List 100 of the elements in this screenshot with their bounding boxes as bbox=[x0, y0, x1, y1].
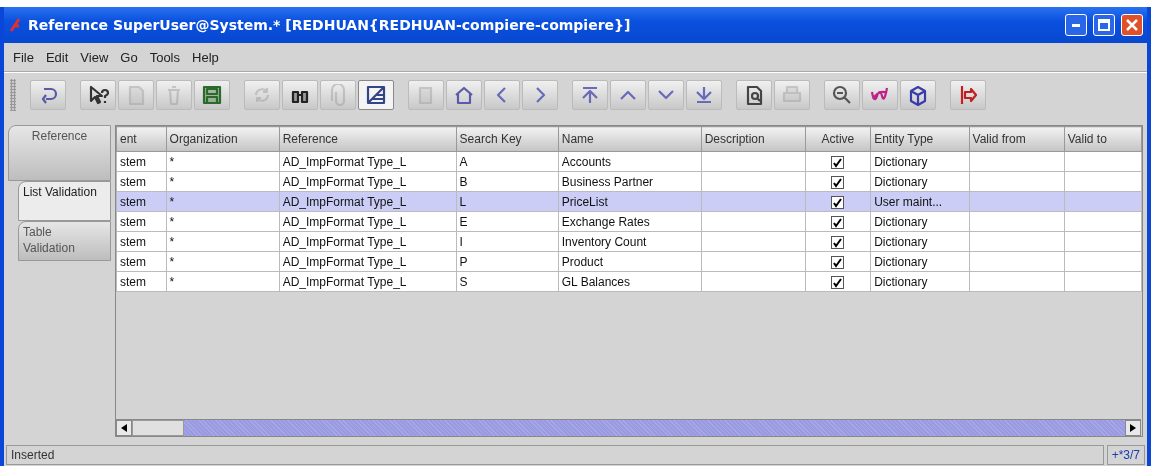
table-cell: AD_ImpFormat Type_L bbox=[282, 174, 407, 189]
table-cell: Dictionary bbox=[874, 274, 928, 289]
table-cell: AD_ImpFormat Type_L bbox=[282, 254, 407, 269]
table-cell: Dictionary bbox=[874, 154, 928, 169]
table-cell: Dictionary bbox=[874, 214, 928, 229]
table-cell: GL Balances bbox=[561, 274, 630, 289]
menu-item[interactable]: View bbox=[75, 47, 114, 67]
table-cell: stem bbox=[120, 234, 146, 249]
record-counter: +*3/7 bbox=[1106, 445, 1145, 465]
cube-button[interactable] bbox=[900, 80, 936, 110]
grid-button[interactable] bbox=[358, 80, 394, 110]
left-arrow-icon bbox=[121, 424, 127, 432]
table-cell: PriceList bbox=[561, 194, 608, 209]
table-cell: Product bbox=[561, 254, 604, 269]
zoom-out-icon bbox=[831, 84, 853, 106]
table-cell: * bbox=[169, 194, 175, 209]
tab[interactable]: List Validation bbox=[18, 181, 111, 221]
table-cell: stem bbox=[120, 174, 146, 189]
table-cell: * bbox=[169, 254, 175, 269]
print-preview-button[interactable] bbox=[736, 80, 772, 110]
arrow-bottom-icon bbox=[693, 84, 715, 106]
table-cell: AD_ImpFormat Type_L bbox=[282, 154, 407, 169]
table-cell: B bbox=[459, 174, 468, 189]
table-cell: Accounts bbox=[561, 154, 612, 169]
table-cell: Dictionary bbox=[874, 254, 928, 269]
arrow-top-button[interactable] bbox=[572, 80, 608, 110]
minimize-button[interactable] bbox=[1065, 14, 1087, 36]
table-cell: * bbox=[169, 214, 175, 229]
table-cell: S bbox=[459, 274, 468, 289]
home-button[interactable] bbox=[446, 80, 482, 110]
table-cell: stem bbox=[120, 254, 146, 269]
column-header[interactable]: Name bbox=[558, 126, 702, 152]
checkbox[interactable] bbox=[831, 195, 845, 209]
column-header[interactable]: Valid from bbox=[969, 126, 1065, 152]
column-header[interactable]: Valid to bbox=[1064, 126, 1142, 152]
maximize-icon bbox=[1098, 19, 1110, 31]
menu-item[interactable]: Go bbox=[115, 47, 143, 67]
tab[interactable]: Reference bbox=[8, 125, 111, 181]
right-arrow-icon bbox=[1130, 424, 1136, 432]
minimize-icon bbox=[1072, 23, 1080, 27]
exit-button[interactable] bbox=[950, 80, 986, 110]
checkbox[interactable] bbox=[831, 235, 845, 249]
undo-button[interactable] bbox=[30, 80, 66, 110]
table-cell: * bbox=[169, 174, 175, 189]
save-icon bbox=[201, 84, 223, 106]
table-cell: Dictionary bbox=[874, 174, 928, 189]
scroll-thumb[interactable] bbox=[132, 420, 184, 436]
checkbox[interactable] bbox=[831, 215, 845, 229]
column-header[interactable]: Active bbox=[805, 126, 871, 152]
menu-item[interactable]: Edit bbox=[40, 47, 74, 67]
window-title: Reference SuperUser@System.* [REDHUAN{REDHUAN-compiere-compiere}] bbox=[28, 17, 632, 33]
table-cell: A bbox=[459, 154, 468, 169]
column-header[interactable]: Description bbox=[701, 126, 806, 152]
scroll-left-button[interactable] bbox=[116, 420, 132, 436]
table-cell: stem bbox=[120, 154, 146, 169]
tab[interactable]: Table Validation bbox=[18, 221, 111, 261]
home-icon bbox=[453, 84, 475, 106]
status-message: Inserted bbox=[6, 445, 1104, 465]
table-cell: Exchange Rates bbox=[561, 214, 650, 229]
column-header[interactable]: Organization bbox=[166, 126, 280, 152]
table-cell: E bbox=[459, 214, 468, 229]
checkbox[interactable] bbox=[831, 275, 845, 289]
table-cell: I bbox=[459, 234, 463, 249]
table-cell: Inventory Count bbox=[561, 234, 647, 249]
save-button[interactable] bbox=[194, 80, 230, 110]
checkbox[interactable] bbox=[831, 155, 845, 169]
table-cell: User maint... bbox=[874, 194, 943, 209]
column-header[interactable]: Entity Type bbox=[870, 126, 970, 152]
checkbox[interactable] bbox=[831, 255, 845, 269]
table-cell: stem bbox=[120, 194, 146, 209]
workflow-button[interactable] bbox=[862, 80, 898, 110]
chevron-up-button[interactable] bbox=[610, 80, 646, 110]
table-cell: AD_ImpFormat Type_L bbox=[282, 194, 407, 209]
scroll-right-button[interactable] bbox=[1125, 420, 1141, 436]
app-icon bbox=[8, 17, 22, 33]
maximize-button[interactable] bbox=[1093, 14, 1115, 36]
table-cell: P bbox=[459, 254, 468, 269]
chevron-down-button[interactable] bbox=[648, 80, 684, 110]
chevron-left-button[interactable] bbox=[484, 80, 520, 110]
menu-item[interactable]: File bbox=[8, 47, 39, 67]
pointer-question-button[interactable] bbox=[80, 80, 116, 110]
table-cell: * bbox=[169, 274, 175, 289]
binoculars-button[interactable] bbox=[282, 80, 318, 110]
column-header[interactable]: Search Key bbox=[456, 126, 559, 152]
grid-icon bbox=[365, 84, 387, 106]
close-button[interactable] bbox=[1121, 14, 1143, 36]
column-header[interactable]: ent bbox=[116, 126, 167, 152]
column-header[interactable]: Reference bbox=[279, 126, 457, 152]
menu-item[interactable]: Tools bbox=[144, 47, 185, 67]
arrow-bottom-button[interactable] bbox=[686, 80, 722, 110]
table-cell: Dictionary bbox=[874, 234, 928, 249]
table-cell: stem bbox=[120, 214, 146, 229]
cube-icon bbox=[907, 84, 929, 106]
pointer-question-icon bbox=[87, 84, 109, 106]
zoom-out-button[interactable] bbox=[824, 80, 860, 110]
table-cell: Business Partner bbox=[561, 174, 654, 189]
menu-item[interactable]: Help bbox=[187, 47, 224, 67]
table-cell: * bbox=[169, 154, 175, 169]
checkbox[interactable] bbox=[831, 175, 845, 189]
chevron-right-button[interactable] bbox=[522, 80, 558, 110]
